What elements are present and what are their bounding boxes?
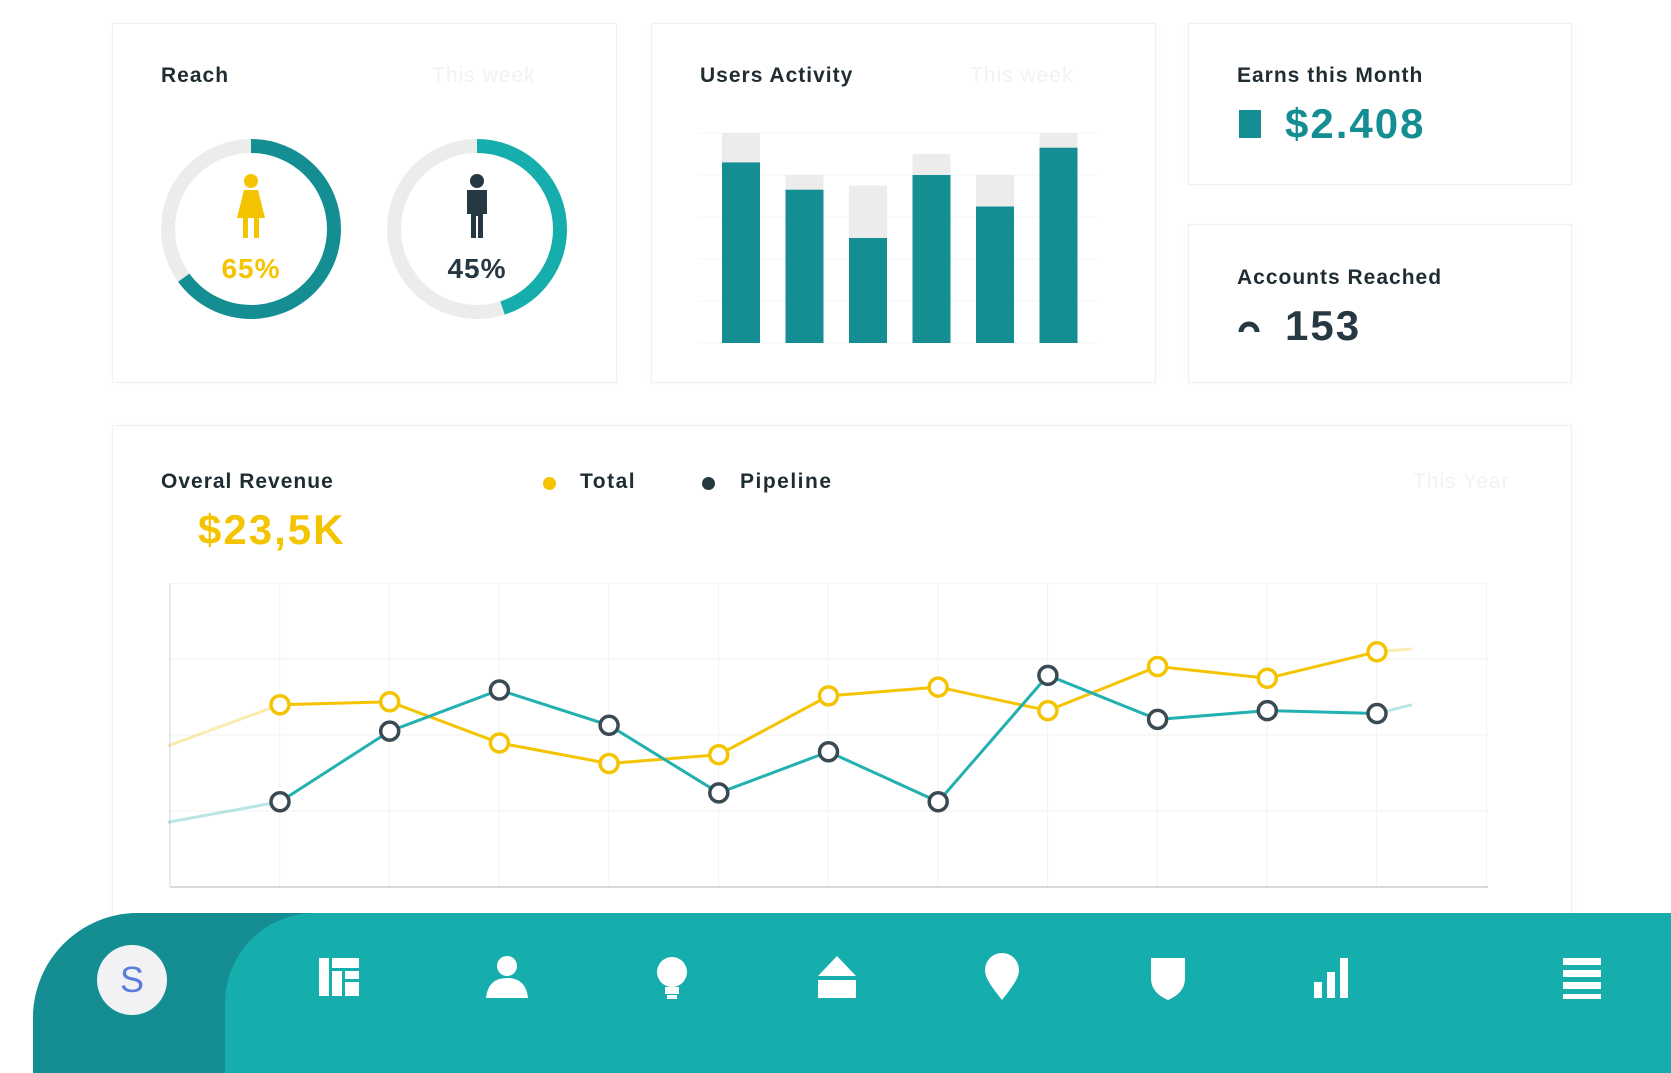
legend-pipeline-dot [702, 477, 715, 490]
male-reach-donut [387, 139, 567, 319]
menu-icon[interactable] [1555, 950, 1609, 1004]
data-point-pipeline[interactable] [488, 679, 511, 701]
female-percent: 65% [221, 253, 281, 284]
data-point-total[interactable] [817, 685, 840, 707]
data-point-pipeline[interactable] [708, 782, 730, 804]
data-point-total[interactable] [1037, 699, 1059, 722]
data-point-pipeline[interactable] [1256, 699, 1279, 722]
earns-title: Earns this Month [1237, 64, 1424, 87]
legend-total-dot [543, 477, 556, 490]
users-activity-bar-chart [698, 132, 1098, 344]
female-reach-donut [161, 139, 341, 319]
bar[interactable] [849, 238, 887, 343]
bar[interactable] [976, 206, 1014, 344]
data-point-pipeline[interactable] [598, 714, 620, 737]
revenue-period-selector[interactable]: This Year [1413, 470, 1510, 494]
location-pin-icon[interactable] [975, 950, 1029, 1004]
data-point-pipeline[interactable] [927, 790, 949, 813]
wallet-icon [1239, 110, 1261, 138]
data-point-total[interactable] [927, 676, 949, 698]
series-leadin [168, 800, 281, 824]
data-point-total[interactable] [269, 693, 291, 716]
data-point-total[interactable] [708, 743, 730, 766]
data-point-pipeline[interactable] [378, 720, 401, 742]
bar[interactable] [785, 189, 824, 343]
lightbulb-icon[interactable] [645, 950, 699, 1004]
home-icon[interactable] [810, 950, 864, 1004]
data-point-pipeline[interactable] [817, 741, 840, 763]
users-activity-title: Users Activity [700, 64, 854, 87]
male-icon [467, 174, 487, 238]
accounts-title: Accounts Reached [1237, 266, 1443, 289]
data-point-pipeline[interactable] [269, 790, 291, 813]
user-icon[interactable] [480, 950, 534, 1004]
bar[interactable] [1039, 147, 1078, 343]
data-point-total[interactable] [1366, 641, 1388, 663]
legend-pipeline-label[interactable]: Pipeline [740, 470, 833, 494]
data-point-pipeline[interactable] [1366, 702, 1388, 725]
revenue-value: $23,5K [198, 506, 346, 553]
male-percent: 45% [447, 253, 507, 284]
data-point-total[interactable] [1256, 667, 1279, 690]
accounts-value: 153 [1285, 302, 1362, 349]
accounts-card [1188, 224, 1572, 383]
data-point-pipeline[interactable] [1037, 664, 1059, 687]
arc-icon [1238, 321, 1260, 333]
data-point-pipeline[interactable] [1146, 708, 1169, 731]
female-icon [237, 174, 265, 238]
data-point-total[interactable] [598, 752, 620, 775]
revenue-title: Overal Revenue [161, 470, 334, 493]
bar[interactable] [912, 175, 951, 343]
legend-total-label[interactable]: Total [580, 470, 636, 494]
bar-chart-icon[interactable] [1306, 950, 1360, 1004]
avatar[interactable]: S [97, 945, 167, 1015]
shield-icon[interactable] [1141, 950, 1195, 1004]
earns-value: $2.408 [1285, 100, 1426, 147]
series-leadin [168, 703, 281, 748]
dashboard-icon[interactable] [313, 950, 367, 1004]
users-activity-period-selector[interactable]: This week [970, 64, 1074, 88]
reach-title: Reach [161, 64, 230, 87]
bar[interactable] [722, 162, 760, 343]
reach-period-selector[interactable]: This week [432, 64, 536, 88]
revenue-line-chart [168, 583, 1488, 888]
data-point-total[interactable] [488, 732, 511, 754]
data-point-total[interactable] [378, 691, 401, 713]
data-point-total[interactable] [1146, 655, 1169, 678]
